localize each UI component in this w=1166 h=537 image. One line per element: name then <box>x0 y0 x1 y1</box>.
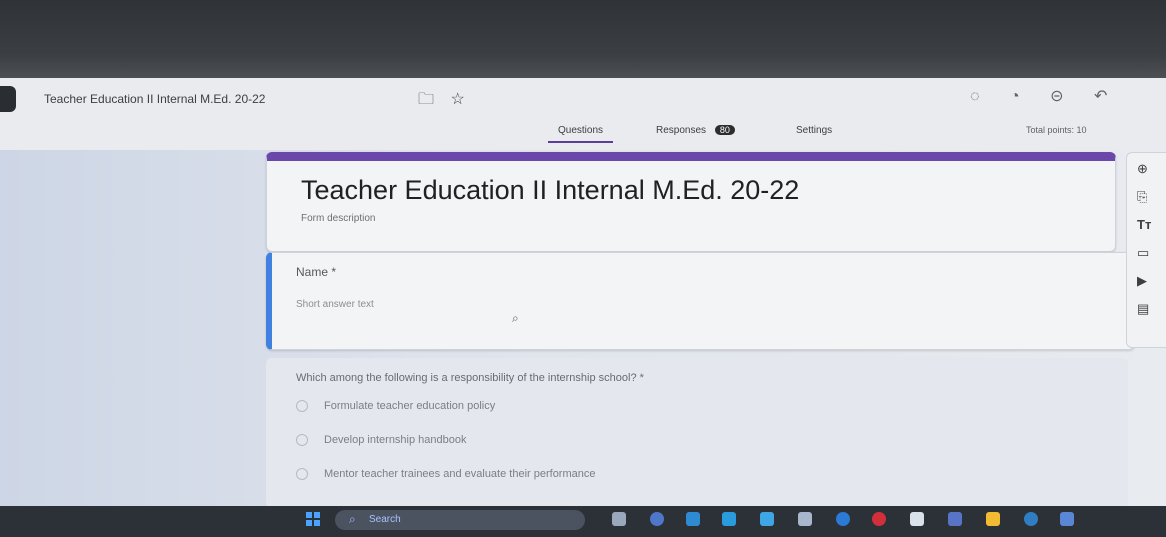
image-icon[interactable]: ▭ <box>1137 245 1149 261</box>
title-text-icon[interactable]: Tт <box>1137 217 1151 232</box>
radio-icon[interactable] <box>296 468 308 481</box>
screenshot: Teacher Education II Internal M.Ed. 20-2… <box>0 0 1166 537</box>
tab-responses[interactable]: Responses 80 <box>656 125 735 136</box>
responses-count-badge: 80 <box>714 125 735 135</box>
option-label: Develop internship handbook <box>324 434 467 446</box>
chat-icon[interactable] <box>650 512 664 526</box>
title-actions: 🗀 ☆ <box>418 88 477 115</box>
tab-questions[interactable]: Questions <box>547 125 614 143</box>
question-title[interactable]: Which among the following is a responsib… <box>296 372 644 384</box>
undo-icon[interactable]: ↶ <box>1094 88 1107 105</box>
taskbar-search[interactable]: ⌕ Search <box>335 510 585 530</box>
header-actions: ◌ ◔ ⊝ ↶ <box>970 86 1133 106</box>
form-title[interactable]: Teacher Education II Internal M.Ed. 20-2… <box>301 175 799 206</box>
search-label: Search <box>369 514 401 525</box>
weather-icon[interactable] <box>1024 512 1038 526</box>
radio-icon[interactable] <box>296 400 308 413</box>
question-title[interactable]: Name * <box>296 265 336 279</box>
tab-settings[interactable]: Settings <box>796 125 832 136</box>
link-icon[interactable]: ⊝ <box>1050 88 1063 105</box>
short-answer-placeholder: Short answer text <box>296 299 374 310</box>
star-icon[interactable]: ☆ <box>450 91 464 108</box>
question-side-toolbar: ⊕ ⎘ Tт ▭ ▶ ▤ <box>1126 152 1166 348</box>
preview-eye-icon[interactable]: ◔ <box>1010 88 1020 105</box>
radio-icon[interactable] <box>296 434 308 447</box>
start-icon[interactable] <box>306 512 320 526</box>
option-2[interactable]: Develop internship handbook <box>296 434 467 447</box>
explorer-icon[interactable] <box>986 512 1000 526</box>
app-icon[interactable] <box>948 512 962 526</box>
office-icon[interactable] <box>910 512 924 526</box>
forms-logo-icon[interactable] <box>0 86 16 112</box>
teams-icon[interactable] <box>872 512 886 526</box>
tab-label: Responses <box>656 125 707 136</box>
form-description[interactable]: Form description <box>301 213 375 224</box>
form-title-card[interactable]: Teacher Education II Internal M.Ed. 20-2… <box>266 152 1116 252</box>
total-points: Total points: 10 <box>1026 125 1087 135</box>
mail-icon[interactable] <box>836 512 850 526</box>
edge-icon[interactable] <box>686 512 700 526</box>
add-question-icon[interactable]: ⊕ <box>1137 161 1148 177</box>
import-icon[interactable]: ⎘ <box>1137 189 1147 205</box>
cursor-icon: ⌕ <box>512 311 519 325</box>
settings-icon[interactable] <box>1060 512 1074 526</box>
option-3[interactable]: Mentor teacher trainees and evaluate the… <box>296 468 596 481</box>
tab-label: Questions <box>558 125 604 136</box>
folder-icon[interactable] <box>760 512 774 526</box>
files-icon[interactable] <box>612 512 626 526</box>
folder-icon[interactable]: 🗀 <box>418 91 434 108</box>
palette-icon[interactable]: ◌ <box>970 88 980 105</box>
question-card-mcq[interactable]: Which among the following is a responsib… <box>266 358 1128 508</box>
document-title[interactable]: Teacher Education II Internal M.Ed. 20-2… <box>44 92 265 106</box>
video-icon[interactable]: ▶ <box>1137 273 1147 289</box>
section-icon[interactable]: ▤ <box>1137 301 1149 317</box>
option-label: Mentor teacher trainees and evaluate the… <box>324 468 596 480</box>
edge-icon[interactable] <box>722 512 736 526</box>
question-card-name[interactable]: Name * Short answer text ⌕ <box>266 252 1135 350</box>
browser-top-band <box>0 0 1166 78</box>
option-label: Formulate teacher education policy <box>324 400 496 412</box>
tab-label: Settings <box>796 125 833 136</box>
store-icon[interactable] <box>798 512 812 526</box>
option-1[interactable]: Formulate teacher education policy <box>296 400 496 413</box>
search-icon: ⌕ <box>349 512 356 526</box>
